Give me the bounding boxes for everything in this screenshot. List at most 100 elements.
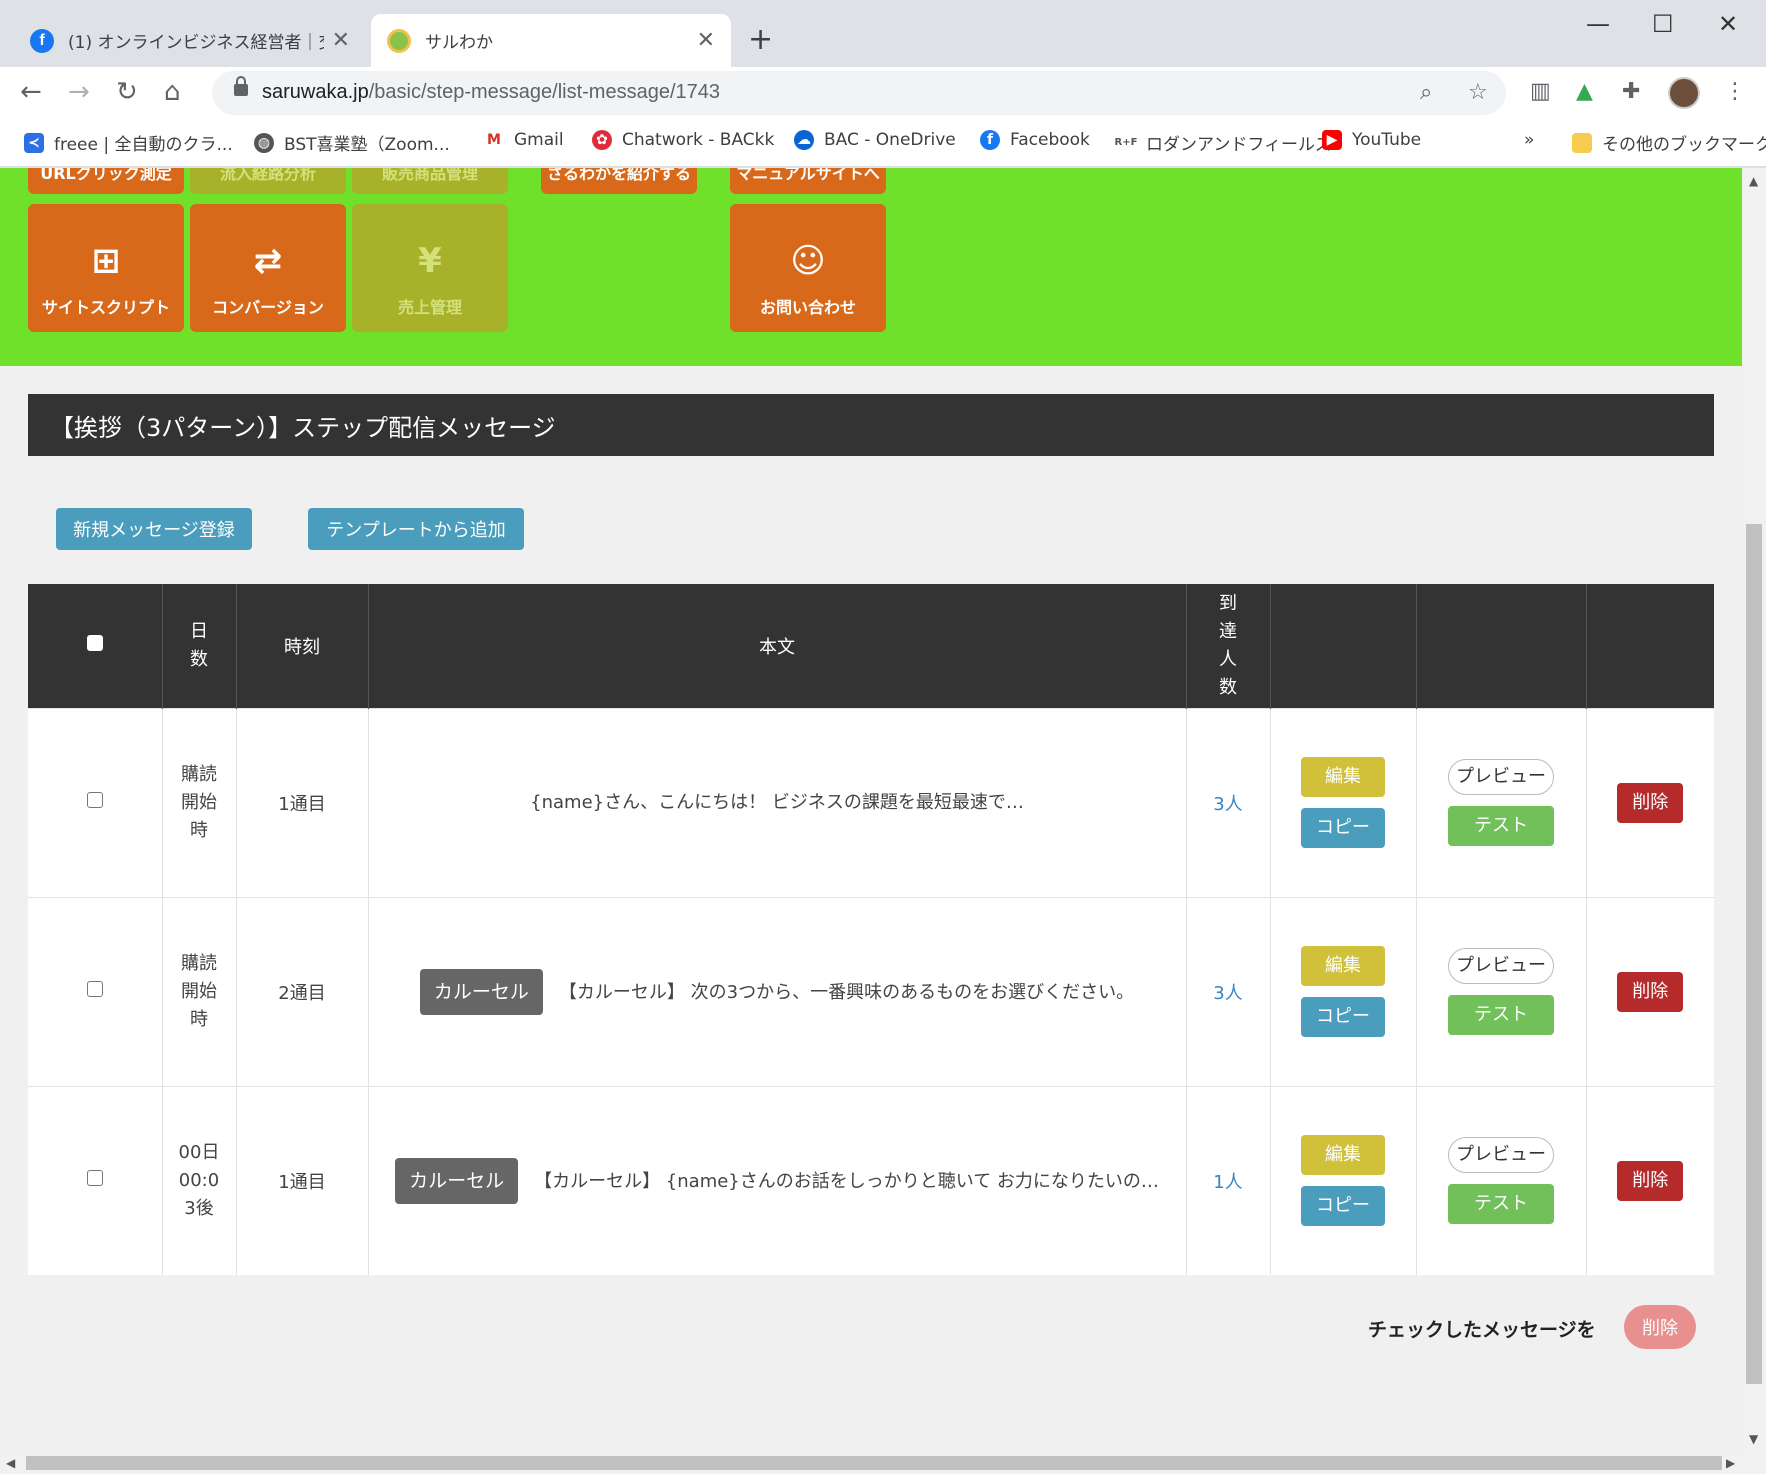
days-value: 00日 00:0 3後 [178, 1141, 220, 1219]
bookmark-chatwork[interactable]: ✿ Chatwork - BACkk [592, 130, 774, 150]
new-message-button[interactable]: 新規メッセージ登録 [56, 508, 252, 550]
close-icon[interactable]: ✕ [332, 28, 350, 53]
time-cell: 2通目 [236, 896, 369, 1086]
tab-facebook-group[interactable]: f (1) オンラインビジネス経営者｜交流会 ✕ [14, 14, 366, 67]
bookmark-facebook[interactable]: f Facebook [980, 130, 1090, 150]
rf-icon: R+F [1115, 132, 1137, 153]
maximize-icon[interactable]: ☐ [1652, 10, 1674, 38]
test-button[interactable]: テスト [1448, 806, 1554, 846]
chatwork-icon: ✿ [592, 130, 612, 150]
puzzle-icon[interactable]: ✚ [1622, 79, 1640, 104]
horizontal-scrollbar[interactable]: ◀ ▶ [0, 1452, 1766, 1474]
test-button[interactable]: テスト [1448, 1184, 1554, 1225]
row-select-cell [28, 896, 163, 1086]
delete-cell: 削除 [1586, 896, 1714, 1086]
copy-button[interactable]: コピー [1301, 808, 1385, 848]
horizontal-scroll-thumb[interactable] [26, 1456, 1722, 1470]
url-path: /basic/step-message/list-message/1743 [368, 81, 720, 103]
minimize-icon[interactable]: — [1586, 10, 1610, 38]
reach-link[interactable]: 3人 [1213, 983, 1242, 1004]
test-button[interactable]: テスト [1448, 995, 1554, 1035]
window-close-icon[interactable]: ✕ [1718, 10, 1738, 38]
row-checkbox[interactable] [86, 1170, 103, 1187]
bookmark-bst[interactable]: ◍ BST喜業塾（Zoom... [254, 130, 450, 155]
add-from-template-button[interactable]: テンプレートから追加 [308, 508, 524, 550]
bookmark-onedrive[interactable]: ☁ BAC - OneDrive [794, 130, 956, 150]
reload-icon[interactable]: ↻ [116, 77, 138, 107]
menu-url-click[interactable]: URLクリック測定 [28, 168, 184, 194]
scroll-right-icon[interactable]: ▶ [1726, 1456, 1735, 1470]
table-row: 00日 00:0 3後 1通目 カルーセル 【カルーセル】 {name}さんのお話… [28, 1085, 1714, 1275]
edit-button[interactable]: 編集 [1301, 757, 1385, 797]
back-icon[interactable]: ← [20, 77, 42, 107]
bookmark-label: ロダンアンドフィールズ [1146, 135, 1332, 155]
facebook-icon: f [30, 28, 54, 53]
header-days-label: 日 数 [190, 620, 208, 670]
menu-label: 販売商品管理 [381, 168, 478, 183]
row-checkbox[interactable] [86, 981, 103, 997]
scroll-down-icon[interactable]: ▼ [1749, 1432, 1758, 1446]
copy-button[interactable]: コピー [1301, 1186, 1385, 1227]
scroll-up-icon[interactable]: ▲ [1749, 174, 1758, 188]
edit-button[interactable]: 編集 [1301, 946, 1385, 986]
copy-button[interactable]: コピー [1301, 997, 1385, 1037]
menu-contact[interactable]: ☺ お問い合わせ [730, 204, 886, 332]
headset-support-icon: ☺ [790, 241, 826, 281]
extension-icon[interactable]: ▥ [1530, 79, 1551, 104]
vertical-scroll-thumb[interactable] [1746, 524, 1762, 1384]
days-cell: 購読 開始 時 [162, 896, 237, 1086]
home-icon[interactable]: ⌂ [164, 77, 181, 107]
body-text: {name}さん、こんにちは！ ビジネスの課題を最短最速で… [530, 791, 1024, 813]
menu-sales-management[interactable]: ¥ 売上管理 [352, 204, 508, 332]
other-bookmarks-folder[interactable]: その他のブックマーク [1572, 130, 1766, 155]
header-select-all [28, 584, 163, 708]
delete-cell: 削除 [1586, 1085, 1714, 1275]
menu-manual-site[interactable]: マニュアルサイトへ [730, 168, 886, 194]
menu-conversion[interactable]: ⇄ コンバージョン [190, 204, 346, 332]
freee-icon: ≺ [24, 132, 44, 153]
zoom-icon[interactable]: ⌕ [1420, 80, 1432, 105]
bookmark-gmail[interactable]: M Gmail [484, 130, 564, 150]
preview-button[interactable]: プレビュー [1448, 1137, 1554, 1174]
new-tab-button[interactable]: + [748, 22, 773, 57]
bookmark-label: その他のブックマーク [1602, 135, 1766, 155]
forward-icon[interactable]: → [68, 77, 90, 107]
vertical-scrollbar[interactable]: ▲ ▼ [1742, 168, 1766, 1452]
reach-cell: 3人 [1186, 707, 1271, 897]
menu-icon[interactable]: ⋮ [1724, 79, 1746, 104]
delete-button[interactable]: 削除 [1617, 1160, 1684, 1201]
menu-label: さるわかを紹介する [546, 168, 691, 183]
delete-button[interactable]: 削除 [1617, 971, 1684, 1012]
reach-link[interactable]: 1人 [1213, 1172, 1242, 1193]
avatar[interactable] [1668, 77, 1700, 109]
bookmark-rf[interactable]: R+F ロダンアンドフィールズ [1115, 130, 1332, 155]
close-icon[interactable]: ✕ [697, 28, 715, 53]
address-bar[interactable]: saruwaka.jp/basic/step-message/list-mess… [212, 71, 1506, 115]
menu-product-management[interactable]: 販売商品管理 [352, 168, 508, 194]
bookmark-youtube[interactable]: ▶ YouTube [1322, 130, 1421, 150]
days-value: 購読 開始 時 [181, 952, 217, 1030]
menu-traffic-analysis[interactable]: 流入経路分析 [190, 168, 346, 194]
tab-saruwaka[interactable]: サルわか ✕ [371, 14, 731, 67]
bulk-delete-button[interactable]: 削除 [1624, 1305, 1696, 1349]
preview-button[interactable]: プレビュー [1448, 759, 1554, 795]
message-table: 日 数 時刻 本文 到 達 人 数 購読 開始 時 1通目 {name}さん、こ… [28, 584, 1714, 1275]
header-preview-col [1416, 584, 1587, 708]
reach-link[interactable]: 3人 [1213, 794, 1242, 815]
bookmark-freee[interactable]: ≺ freee | 全自動のクラ... [24, 130, 233, 155]
row-checkbox[interactable] [86, 792, 103, 808]
days-cell: 00日 00:0 3後 [162, 1085, 237, 1275]
delete-button[interactable]: 削除 [1617, 782, 1684, 823]
drive-icon[interactable]: ▲ [1576, 79, 1593, 104]
select-all-checkbox[interactable] [86, 635, 103, 652]
edit-button[interactable]: 編集 [1301, 1135, 1385, 1176]
reach-cell: 1人 [1186, 1085, 1271, 1275]
header-time: 時刻 [236, 584, 369, 708]
menu-refer[interactable]: さるわかを紹介する [541, 168, 697, 194]
menu-site-script[interactable]: ⊞ サイトスクリプト [28, 204, 184, 332]
preview-button[interactable]: プレビュー [1448, 948, 1554, 984]
scroll-left-icon[interactable]: ◀ [6, 1456, 15, 1470]
header-delete-col [1586, 584, 1714, 708]
more-bookmarks-button[interactable]: » [1524, 130, 1534, 150]
bookmark-star-icon[interactable]: ☆ [1468, 80, 1488, 105]
